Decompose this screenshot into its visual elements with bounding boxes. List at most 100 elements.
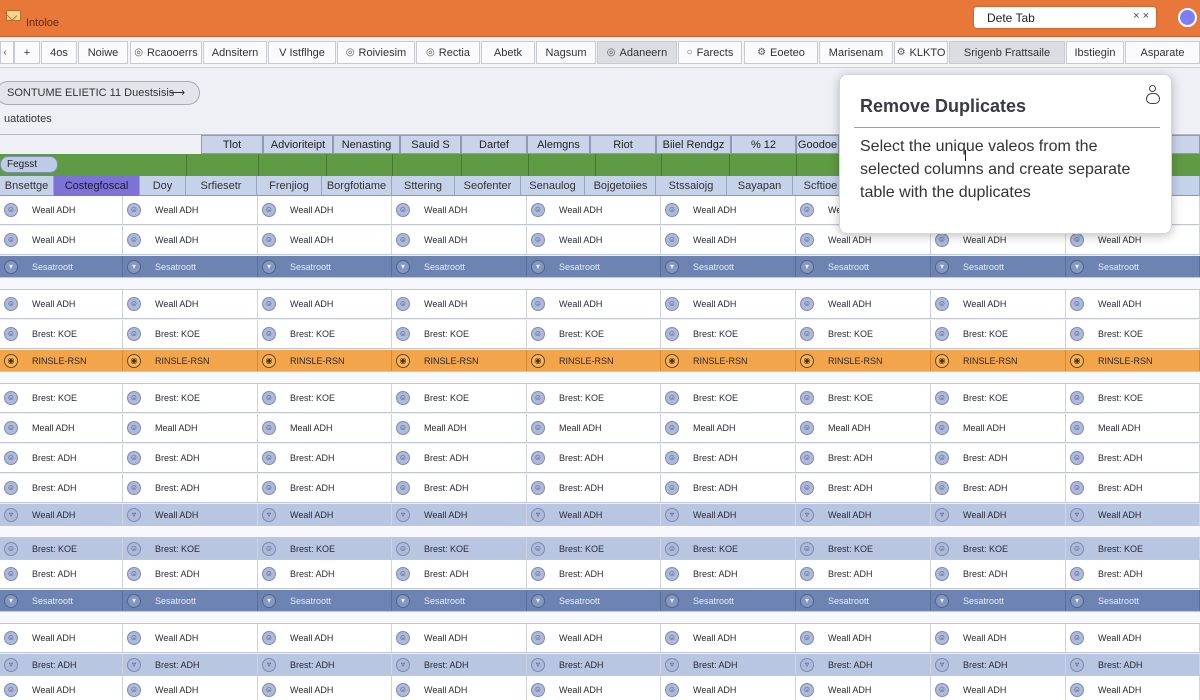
table-cell[interactable]: ▿ Weall ADH bbox=[392, 504, 527, 525]
ribbon-button-16[interactable]: Srigenb Frattsaile bbox=[949, 41, 1065, 64]
table-cell[interactable]: ☺ Brest: KOE bbox=[796, 320, 931, 348]
table-cell[interactable]: ◉ RINSLE-RSN bbox=[258, 350, 392, 371]
column-header[interactable]: Sttering bbox=[392, 176, 455, 196]
table-cell[interactable]: ☺ Brest: KOE bbox=[123, 384, 258, 412]
table-cell[interactable]: ☺ Brest: ADH bbox=[0, 444, 123, 472]
table-cell[interactable]: ☺ Brest: ADH bbox=[796, 444, 931, 472]
table-cell[interactable]: ☺ Weall ADH bbox=[258, 290, 392, 318]
table-cell[interactable]: ▾ Sesatroott bbox=[392, 590, 527, 611]
ribbon-button-11[interactable]: ◎ Adaneern bbox=[597, 41, 677, 64]
column-header[interactable]: Borgfotiame bbox=[322, 176, 392, 196]
table-cell[interactable]: ☺ Brest: KOE bbox=[931, 320, 1066, 348]
table-cell[interactable]: ☺ Brest: ADH bbox=[796, 560, 931, 588]
table-cell[interactable]: ☺ Meall ADH bbox=[258, 414, 392, 442]
table-cell[interactable]: ☺ Brest: ADH bbox=[0, 560, 123, 588]
table-cell[interactable]: ☺ Weall ADH bbox=[123, 624, 258, 652]
profile-avatar[interactable] bbox=[1178, 8, 1197, 27]
column-header[interactable]: Costegfoscal bbox=[54, 176, 140, 196]
table-cell[interactable]: ☺ Brest: KOE bbox=[796, 384, 931, 412]
table-cell[interactable]: ☺ Brest: ADH bbox=[931, 444, 1066, 472]
table-row[interactable]: ▿ Weall ADH ▿ Weall ADH ▿ Weall ADH ▿ Weall ADH… bbox=[0, 504, 1200, 526]
table-cell[interactable]: ☺ Brest: KOE bbox=[661, 320, 796, 348]
table-cell[interactable]: ☺ Brest: KOE bbox=[931, 384, 1066, 412]
ribbon-button-6[interactable]: V Istflhge bbox=[268, 41, 336, 64]
table-row[interactable]: ☺ Brest: KOE ☺ Brest: KOE ☺ Brest: KOE ☺ Brest:… bbox=[0, 384, 1200, 413]
document-tab[interactable]: Dete Tab × × bbox=[974, 7, 1156, 28]
table-cell[interactable]: ☺ Brest: ADH bbox=[796, 474, 931, 502]
table-cell[interactable]: ☺ Brest: ADH bbox=[123, 474, 258, 502]
ribbon-button-17[interactable]: Ibstiegin bbox=[1066, 41, 1124, 64]
table-cell[interactable]: ◉ RINSLE-RSN bbox=[661, 350, 796, 371]
table-cell[interactable]: ☺ Weall ADH bbox=[1066, 676, 1200, 700]
table-cell[interactable]: ☺ Weall ADH bbox=[527, 196, 661, 224]
header-top-cell[interactable]: Biiel Rendgz bbox=[656, 135, 731, 154]
table-row[interactable]: ☺ Brest: KOE ☺ Brest: KOE ☺ Brest: KOE ☺ Brest:… bbox=[0, 538, 1200, 560]
header-top-cell[interactable]: Advioriteipt bbox=[263, 135, 333, 154]
table-cell[interactable]: ▾ Sesatroott bbox=[0, 590, 123, 611]
table-cell[interactable]: ▿ Weall ADH bbox=[796, 504, 931, 525]
table-cell[interactable]: ☺ Brest: KOE bbox=[661, 384, 796, 412]
table-cell[interactable]: ▿ Brest: ADH bbox=[123, 654, 258, 675]
table-row[interactable]: ☺ Brest: ADH ☺ Brest: ADH ☺ Brest: ADH ☺ Brest:… bbox=[0, 444, 1200, 473]
table-cell[interactable]: ☺ Weall ADH bbox=[796, 290, 931, 318]
table-cell[interactable]: ▿ Weall ADH bbox=[527, 504, 661, 525]
table-cell[interactable]: ☺ Brest: ADH bbox=[258, 560, 392, 588]
table-cell[interactable]: ☺ Weall ADH bbox=[661, 196, 796, 224]
table-cell[interactable]: ☺ Brest: KOE bbox=[1066, 538, 1200, 559]
table-cell[interactable]: ☺ Weall ADH bbox=[661, 290, 796, 318]
table-cell[interactable]: ☺ Weall ADH bbox=[527, 226, 661, 254]
table-row[interactable]: ☺ Brest: KOE ☺ Brest: KOE ☺ Brest: KOE ☺ Brest:… bbox=[0, 320, 1200, 349]
table-cell[interactable]: ☺ Weall ADH bbox=[392, 226, 527, 254]
table-cell[interactable]: ▿ Weall ADH bbox=[1066, 504, 1200, 525]
close-icon[interactable]: × × bbox=[1133, 10, 1149, 22]
user-icon[interactable] bbox=[1146, 85, 1160, 107]
header-top-cell[interactable]: Riot bbox=[590, 135, 656, 154]
table-cell[interactable]: ☺ Meall ADH bbox=[0, 414, 123, 442]
table-row[interactable]: ☺ Weall ADH ☺ Weall ADH ☺ Weall ADH ☺ Weall ADH… bbox=[0, 624, 1200, 653]
table-cell[interactable]: ▾ Sesatroott bbox=[931, 256, 1066, 277]
table-cell[interactable]: ☺ Brest: ADH bbox=[661, 560, 796, 588]
ribbon-button-0[interactable]: ‹ bbox=[0, 41, 14, 64]
table-cell[interactable]: ▿ Weall ADH bbox=[123, 504, 258, 525]
table-cell[interactable]: ☺ Weall ADH bbox=[527, 290, 661, 318]
column-header[interactable]: Bojgetoiies bbox=[586, 176, 656, 196]
header-top-cell[interactable]: Nenasting bbox=[333, 135, 400, 154]
table-cell[interactable]: ☺ Brest: ADH bbox=[527, 444, 661, 472]
table-cell[interactable]: ☺ Brest: KOE bbox=[796, 538, 931, 559]
table-cell[interactable]: ☺ Brest: KOE bbox=[1066, 320, 1200, 348]
table-cell[interactable]: ☺ Weall ADH bbox=[796, 624, 931, 652]
table-cell[interactable]: ☺ Brest: KOE bbox=[258, 320, 392, 348]
table-cell[interactable]: ☺ Weall ADH bbox=[392, 624, 527, 652]
table-cell[interactable]: ☺ Weall ADH bbox=[931, 624, 1066, 652]
table-cell[interactable]: ☺ Brest: KOE bbox=[392, 384, 527, 412]
table-cell[interactable]: ☺ Brest: KOE bbox=[0, 384, 123, 412]
column-header[interactable]: Senaulog bbox=[521, 176, 585, 196]
table-cell[interactable]: ☺ Weall ADH bbox=[527, 676, 661, 700]
table-cell[interactable]: ☺ Weall ADH bbox=[0, 290, 123, 318]
ribbon-button-3[interactable]: Noiwe bbox=[78, 41, 128, 64]
table-cell[interactable]: ▿ Brest: ADH bbox=[931, 654, 1066, 675]
table-cell[interactable]: ☺ Brest: ADH bbox=[123, 560, 258, 588]
table-cell[interactable]: ☺ Brest: ADH bbox=[527, 560, 661, 588]
table-cell[interactable]: ◉ RINSLE-RSN bbox=[123, 350, 258, 371]
ribbon-button-13[interactable]: ⚙ Eoeteo bbox=[744, 41, 818, 64]
table-cell[interactable]: ☺ Weall ADH bbox=[392, 290, 527, 318]
table-cell[interactable]: ☺ Weall ADH bbox=[931, 676, 1066, 700]
table-cell[interactable]: ☺ Brest: ADH bbox=[392, 474, 527, 502]
table-cell[interactable]: ☺ Brest: KOE bbox=[527, 320, 661, 348]
table-cell[interactable]: ▾ Sesatroott bbox=[796, 256, 931, 277]
table-cell[interactable]: ▿ Brest: ADH bbox=[661, 654, 796, 675]
table-cell[interactable]: ▿ Brest: ADH bbox=[796, 654, 931, 675]
table-cell[interactable]: ▾ Sesatroott bbox=[123, 256, 258, 277]
table-cell[interactable]: ☺ Brest: ADH bbox=[1066, 474, 1200, 502]
table-cell[interactable]: ▿ Brest: ADH bbox=[0, 654, 123, 675]
table-cell[interactable]: ☺ Brest: ADH bbox=[258, 444, 392, 472]
table-cell[interactable]: ☺ Weall ADH bbox=[258, 624, 392, 652]
table-cell[interactable]: ☺ Meall ADH bbox=[527, 414, 661, 442]
table-cell[interactable]: ▾ Sesatroott bbox=[1066, 590, 1200, 611]
table-row[interactable]: ▿ Brest: ADH ▿ Brest: ADH ▿ Brest: ADH ▿ Brest:… bbox=[0, 654, 1200, 676]
table-cell[interactable]: ☺ Brest: KOE bbox=[661, 538, 796, 559]
table-cell[interactable]: ☺ Weall ADH bbox=[123, 196, 258, 224]
table-cell[interactable]: ▿ Brest: ADH bbox=[392, 654, 527, 675]
table-row[interactable]: ▾ Sesatroott ▾ Sesatroott ▾ Sesatroott ▾ Sesatr… bbox=[0, 590, 1200, 612]
